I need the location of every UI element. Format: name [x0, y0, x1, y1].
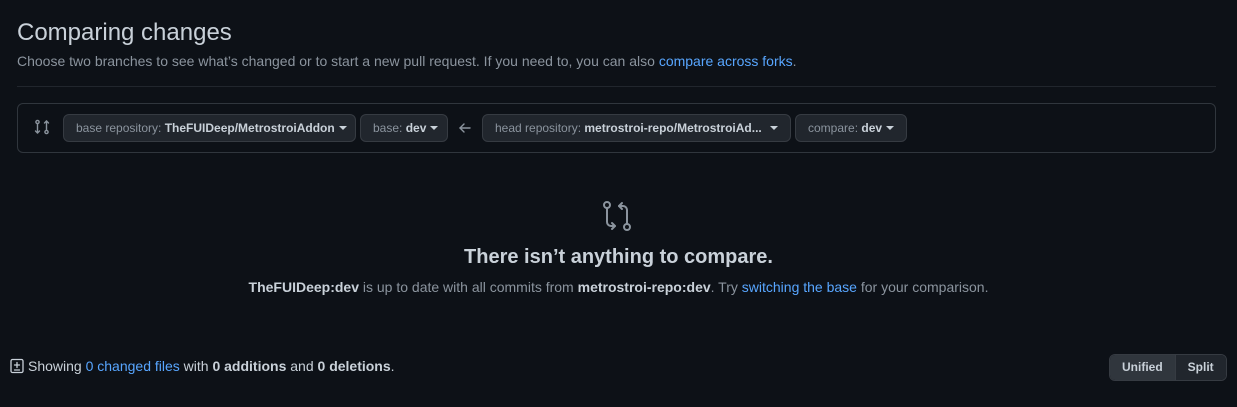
compare-branch-select[interactable]: compare: dev [795, 114, 907, 142]
head-repository-value: metrostroi-repo/MetrostroiAd... [584, 121, 762, 135]
header-divider [17, 86, 1216, 87]
with-text: with [179, 358, 213, 374]
subtitle-text: Choose two branches to see what’s change… [17, 53, 659, 69]
base-branch-label: base: [373, 121, 406, 135]
caret-down-icon [886, 125, 895, 130]
and-text: and [286, 358, 318, 374]
unified-view-button[interactable]: Unified [1110, 355, 1175, 380]
base-branch-select[interactable]: base: dev [360, 114, 448, 142]
range-editor: base repository: TheFUIDeep/MetrostroiAd… [17, 103, 1216, 153]
base-branch-value: dev [405, 121, 427, 135]
compare-branch-value: dev [861, 121, 883, 135]
head-repository-label: head repository: [495, 121, 585, 135]
blankslate-text-mid: is up to date with all commits from [358, 279, 578, 295]
arrow-left-icon [459, 123, 471, 133]
git-compare-icon [34, 119, 50, 135]
subtitle-suffix: . [792, 53, 797, 69]
blankslate-text: TheFUIDeep:dev is up to date with all co… [0, 278, 1237, 296]
file-diff-icon [10, 358, 24, 374]
page-subtitle: Choose two branches to see what’s change… [17, 52, 797, 70]
head-repository-select[interactable]: head repository: metrostroi-repo/Metrost… [482, 114, 791, 142]
base-ref: TheFUIDeep:dev [248, 279, 359, 295]
compare-branch-label: compare: [808, 121, 862, 135]
base-repository-select[interactable]: base repository: TheFUIDeep/MetrostroiAd… [63, 114, 356, 142]
git-compare-icon [603, 201, 631, 231]
head-ref: metrostroi-repo:dev [577, 279, 711, 295]
diff-view-toggle: Unified Split [1109, 354, 1227, 381]
caret-down-icon [769, 125, 778, 130]
page-title: Comparing changes [17, 19, 232, 46]
blankslate-text-end: for your comparison. [856, 279, 989, 295]
blankslate-heading: There isn’t anything to compare. [464, 246, 773, 268]
period-text: . [390, 358, 395, 374]
switching-the-base-link[interactable]: switching the base [742, 279, 857, 295]
base-repository-value: TheFUIDeep/MetrostroiAddon [164, 121, 335, 135]
changed-files-link[interactable]: 0 changed files [86, 358, 180, 374]
base-repository-label: base repository: [76, 121, 165, 135]
blankslate-text-try: . Try [710, 279, 742, 295]
split-view-button[interactable]: Split [1174, 355, 1226, 380]
deletions-count: 0 deletions [317, 358, 391, 374]
additions-count: 0 additions [212, 358, 287, 374]
showing-text: Showing [28, 358, 86, 374]
caret-down-icon [338, 125, 347, 130]
compare-across-forks-link[interactable]: compare across forks [659, 53, 793, 69]
caret-down-icon [430, 125, 439, 130]
diff-summary: Showing 0 changed files with 0 additions… [10, 356, 395, 376]
